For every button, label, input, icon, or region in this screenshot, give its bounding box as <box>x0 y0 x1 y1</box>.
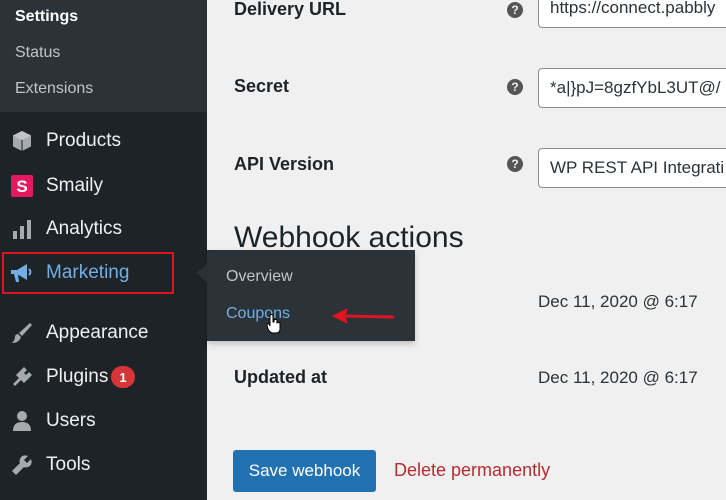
help-icon[interactable]: ? <box>507 79 523 95</box>
secret-input[interactable]: *a|}pJ=8gzfYbL3UT@/ <box>538 68 726 108</box>
delete-permanently-link[interactable]: Delete permanently <box>394 460 550 481</box>
wrench-icon <box>9 453 35 477</box>
submenu-extensions[interactable]: Extensions <box>15 80 93 98</box>
annotation-arrow-icon <box>332 308 395 324</box>
sidebar-item-users[interactable]: Users <box>0 399 207 443</box>
smaily-icon: S <box>9 174 35 198</box>
flyout-pointer <box>197 263 207 283</box>
updated-at-label: Updated at <box>234 367 328 387</box>
webhook-actions-heading: Webhook actions <box>234 221 464 254</box>
sidebar-item-appearance[interactable]: Appearance <box>0 311 207 355</box>
hand-pointer-icon <box>266 314 281 334</box>
api-version-label: API Version <box>234 154 335 174</box>
delivery-url-label: Delivery URL <box>234 0 347 19</box>
sidebar-item-analytics[interactable]: Analytics <box>0 207 207 251</box>
users-icon <box>9 409 35 433</box>
sidebar-item-plugins[interactable]: Plugins <box>0 355 207 399</box>
submenu-status[interactable]: Status <box>15 44 60 62</box>
submenu-settings[interactable]: Settings <box>15 8 78 26</box>
secret-label: Secret <box>234 76 290 96</box>
svg-text:S: S <box>16 177 27 196</box>
sidebar-item-label: Tools <box>46 454 91 475</box>
save-webhook-button[interactable]: Save webhook <box>233 450 376 492</box>
created-at-value: Dec 11, 2020 @ 6:17 <box>538 292 698 311</box>
updated-at-value: Dec 11, 2020 @ 6:17 <box>538 368 698 387</box>
sidebar-item-label: Marketing <box>46 262 130 283</box>
sidebar-item-label: Analytics <box>46 218 123 239</box>
sidebar-item-label: Products <box>46 130 121 151</box>
update-count-badge: 1 <box>111 366 135 388</box>
sidebar-item-products[interactable]: Products <box>0 119 207 163</box>
megaphone-icon <box>9 261 35 285</box>
help-icon[interactable]: ? <box>507 156 523 172</box>
sidebar-item-smaily[interactable]: S Smaily <box>0 164 207 208</box>
sidebar-item-label: Plugins <box>46 366 109 387</box>
admin-sidebar: Settings Status Extensions Products S Sm… <box>0 0 207 500</box>
delivery-url-input[interactable]: https://connect.pabbly <box>538 0 726 28</box>
sidebar-item-tools[interactable]: Tools <box>0 443 207 487</box>
webhook-edit-form: Delivery URL ? https://connect.pabbly Se… <box>207 0 726 500</box>
sidebar-item-label: Users <box>46 410 96 431</box>
sidebar-item-label: Smaily <box>46 175 104 196</box>
sidebar-item-marketing[interactable]: Marketing <box>0 251 207 295</box>
analytics-icon <box>9 217 35 241</box>
products-icon <box>9 129 35 153</box>
api-version-select[interactable]: WP REST API Integrati <box>538 148 726 188</box>
sidebar-item-label: Appearance <box>46 322 149 343</box>
settings-submenu: Settings Status Extensions <box>0 0 207 112</box>
help-icon[interactable]: ? <box>507 2 523 18</box>
paintbrush-icon <box>9 321 35 345</box>
plugin-icon <box>9 365 35 389</box>
